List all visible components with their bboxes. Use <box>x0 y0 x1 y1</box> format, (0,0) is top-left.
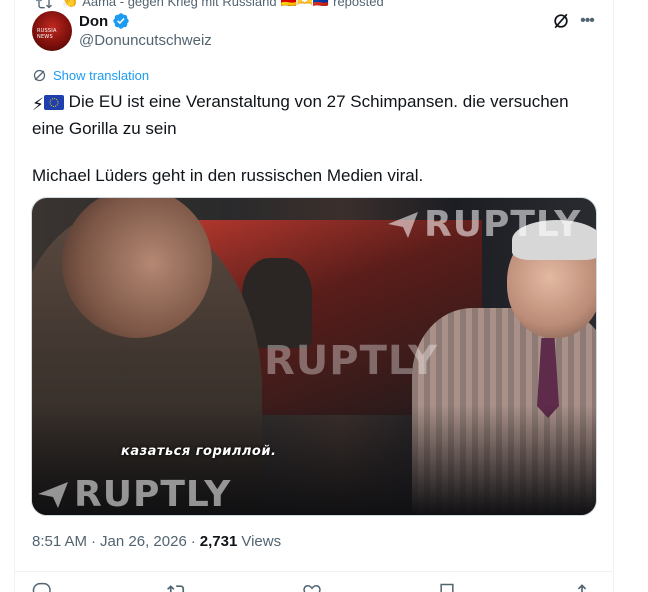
avatar[interactable]: RUSSIA NEWS <box>32 11 72 51</box>
reply-button[interactable] <box>32 582 58 592</box>
tweet-actions <box>32 582 592 592</box>
meta-separator-2: · <box>190 533 196 550</box>
tweet-date[interactable]: Jan 26, 2026 <box>100 533 187 550</box>
meta-separator-1: · <box>91 533 97 550</box>
tweet-time[interactable]: 8:51 AM <box>32 533 87 550</box>
ruptly-logo-bottom-icon <box>38 481 68 508</box>
social-context-emoji-hand: 👏 <box>62 0 79 8</box>
more-options-button[interactable]: ••• <box>576 10 598 32</box>
left-column-border <box>14 0 15 592</box>
author-handle[interactable]: @Donuncutschweiz <box>79 32 212 49</box>
eu-flag-icon <box>43 93 64 117</box>
social-context[interactable]: 👏 Aama - gegen Krieg mit Russland 🇩🇪🫶🇷🇺 … <box>36 0 384 9</box>
repost-icon <box>36 0 52 9</box>
grok-icon <box>554 13 568 29</box>
bookmark-icon <box>440 583 454 592</box>
avatar-text: RUSSIA NEWS <box>37 28 57 40</box>
tweet-text: ⚡ Die EU ist eine Veranstaltung von 27 S… <box>32 90 602 188</box>
translate-icon <box>33 69 46 82</box>
share-button[interactable] <box>572 582 592 592</box>
grok-button[interactable] <box>551 11 571 31</box>
video-watermark-center: RUPTLY <box>264 338 438 384</box>
bookmark-button[interactable] <box>437 582 463 592</box>
views-count: 2,731 <box>199 533 238 550</box>
social-context-name[interactable]: Aama - gegen Krieg mit Russland <box>82 0 276 9</box>
actions-divider <box>14 571 613 572</box>
tweet-text-line-1: ⚡ Die EU ist eine Veranstaltung von 27 S… <box>32 90 602 141</box>
video-watermark-bottom-text: RUPTLY <box>74 474 232 515</box>
lightning-icon: ⚡ <box>32 95 44 114</box>
right-column-border <box>613 0 614 592</box>
reply-icon <box>32 582 51 592</box>
author-name-row: Don <box>79 12 130 30</box>
tweet-text-line-2: Michael Lüders geht in den russischen Me… <box>32 166 424 185</box>
share-icon <box>577 584 587 592</box>
tweet-metadata: 8:51 AM · Jan 26, 2026 · 2,731 Views <box>32 533 281 550</box>
repost-button[interactable] <box>167 582 193 592</box>
video-watermark-center-text: RUPTLY <box>264 338 439 384</box>
views-label: Views <box>241 533 282 550</box>
ruptly-logo-icon <box>388 211 418 238</box>
more-icon: ••• <box>580 12 595 29</box>
social-context-suffix: reposted <box>333 0 384 9</box>
tweet-text-line-1-text: Die EU ist eine Veranstaltung von 27 Sch… <box>32 92 569 138</box>
show-translation-label[interactable]: Show translation <box>53 68 149 83</box>
video-subtitle: казаться гориллой. <box>121 444 277 459</box>
repost-action-icon <box>167 585 185 592</box>
author-display-name[interactable]: Don <box>79 13 108 30</box>
tweet-video[interactable]: RUPTLY RUPTLY RUPTLY казаться гориллой. <box>31 197 597 516</box>
social-context-flags: 🇩🇪🫶🇷🇺 <box>280 0 330 8</box>
heart-icon <box>303 584 321 592</box>
like-button[interactable] <box>302 582 328 592</box>
show-translation-link[interactable]: Show translation <box>32 68 149 83</box>
video-watermark-top: RUPTLY <box>386 204 581 245</box>
verified-badge-icon <box>113 13 129 29</box>
video-watermark-top-text: RUPTLY <box>424 204 582 245</box>
video-watermark-bottom: RUPTLY <box>36 474 231 515</box>
